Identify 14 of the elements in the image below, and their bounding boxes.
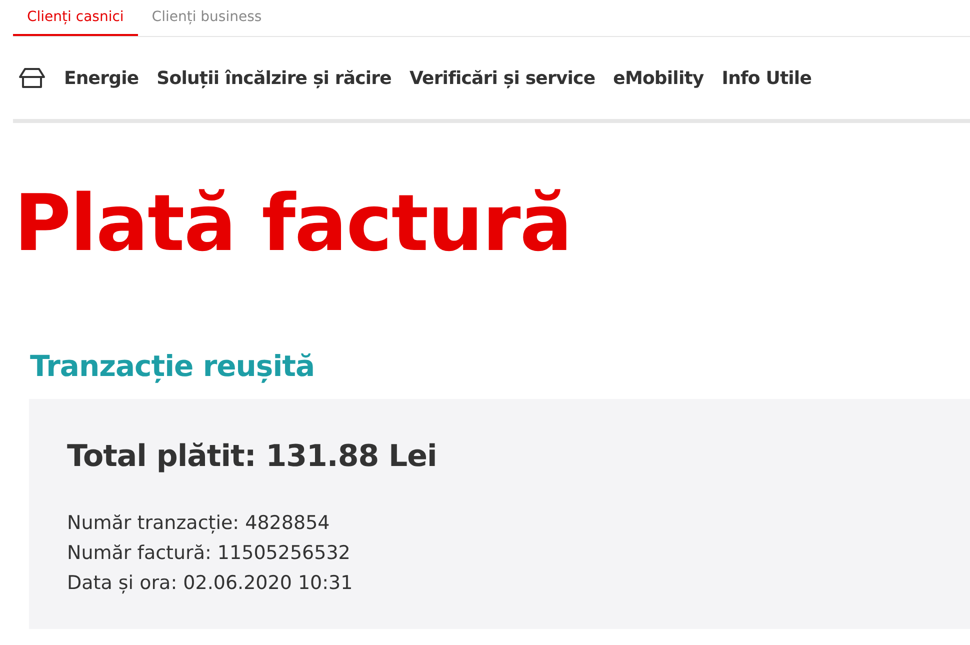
page-title: Plată factură <box>14 185 572 263</box>
receipt-detail: Data și ora: 02.06.2020 10:31 <box>67 571 354 596</box>
nav-link[interactable]: Energie <box>64 68 139 88</box>
receipt-detail: Număr factură: 11505256532 <box>67 541 352 566</box>
tab[interactable]: Clienți business <box>138 0 276 36</box>
status-heading: Tranzacție reușită <box>30 349 316 383</box>
home-icon[interactable] <box>18 67 46 89</box>
nav-link[interactable]: eMobility <box>613 68 704 88</box>
nav-link[interactable]: Verificări și service <box>409 68 596 88</box>
total-paid: Total plătit: 131.88 Lei <box>67 439 438 474</box>
nav-link[interactable]: Info Utile <box>722 68 812 88</box>
nav-link[interactable]: Soluții încălzire și răcire <box>156 68 392 88</box>
receipt-detail: Număr tranzacție: 4828854 <box>67 511 331 536</box>
tab[interactable]: Clienți casnici <box>13 0 138 36</box>
